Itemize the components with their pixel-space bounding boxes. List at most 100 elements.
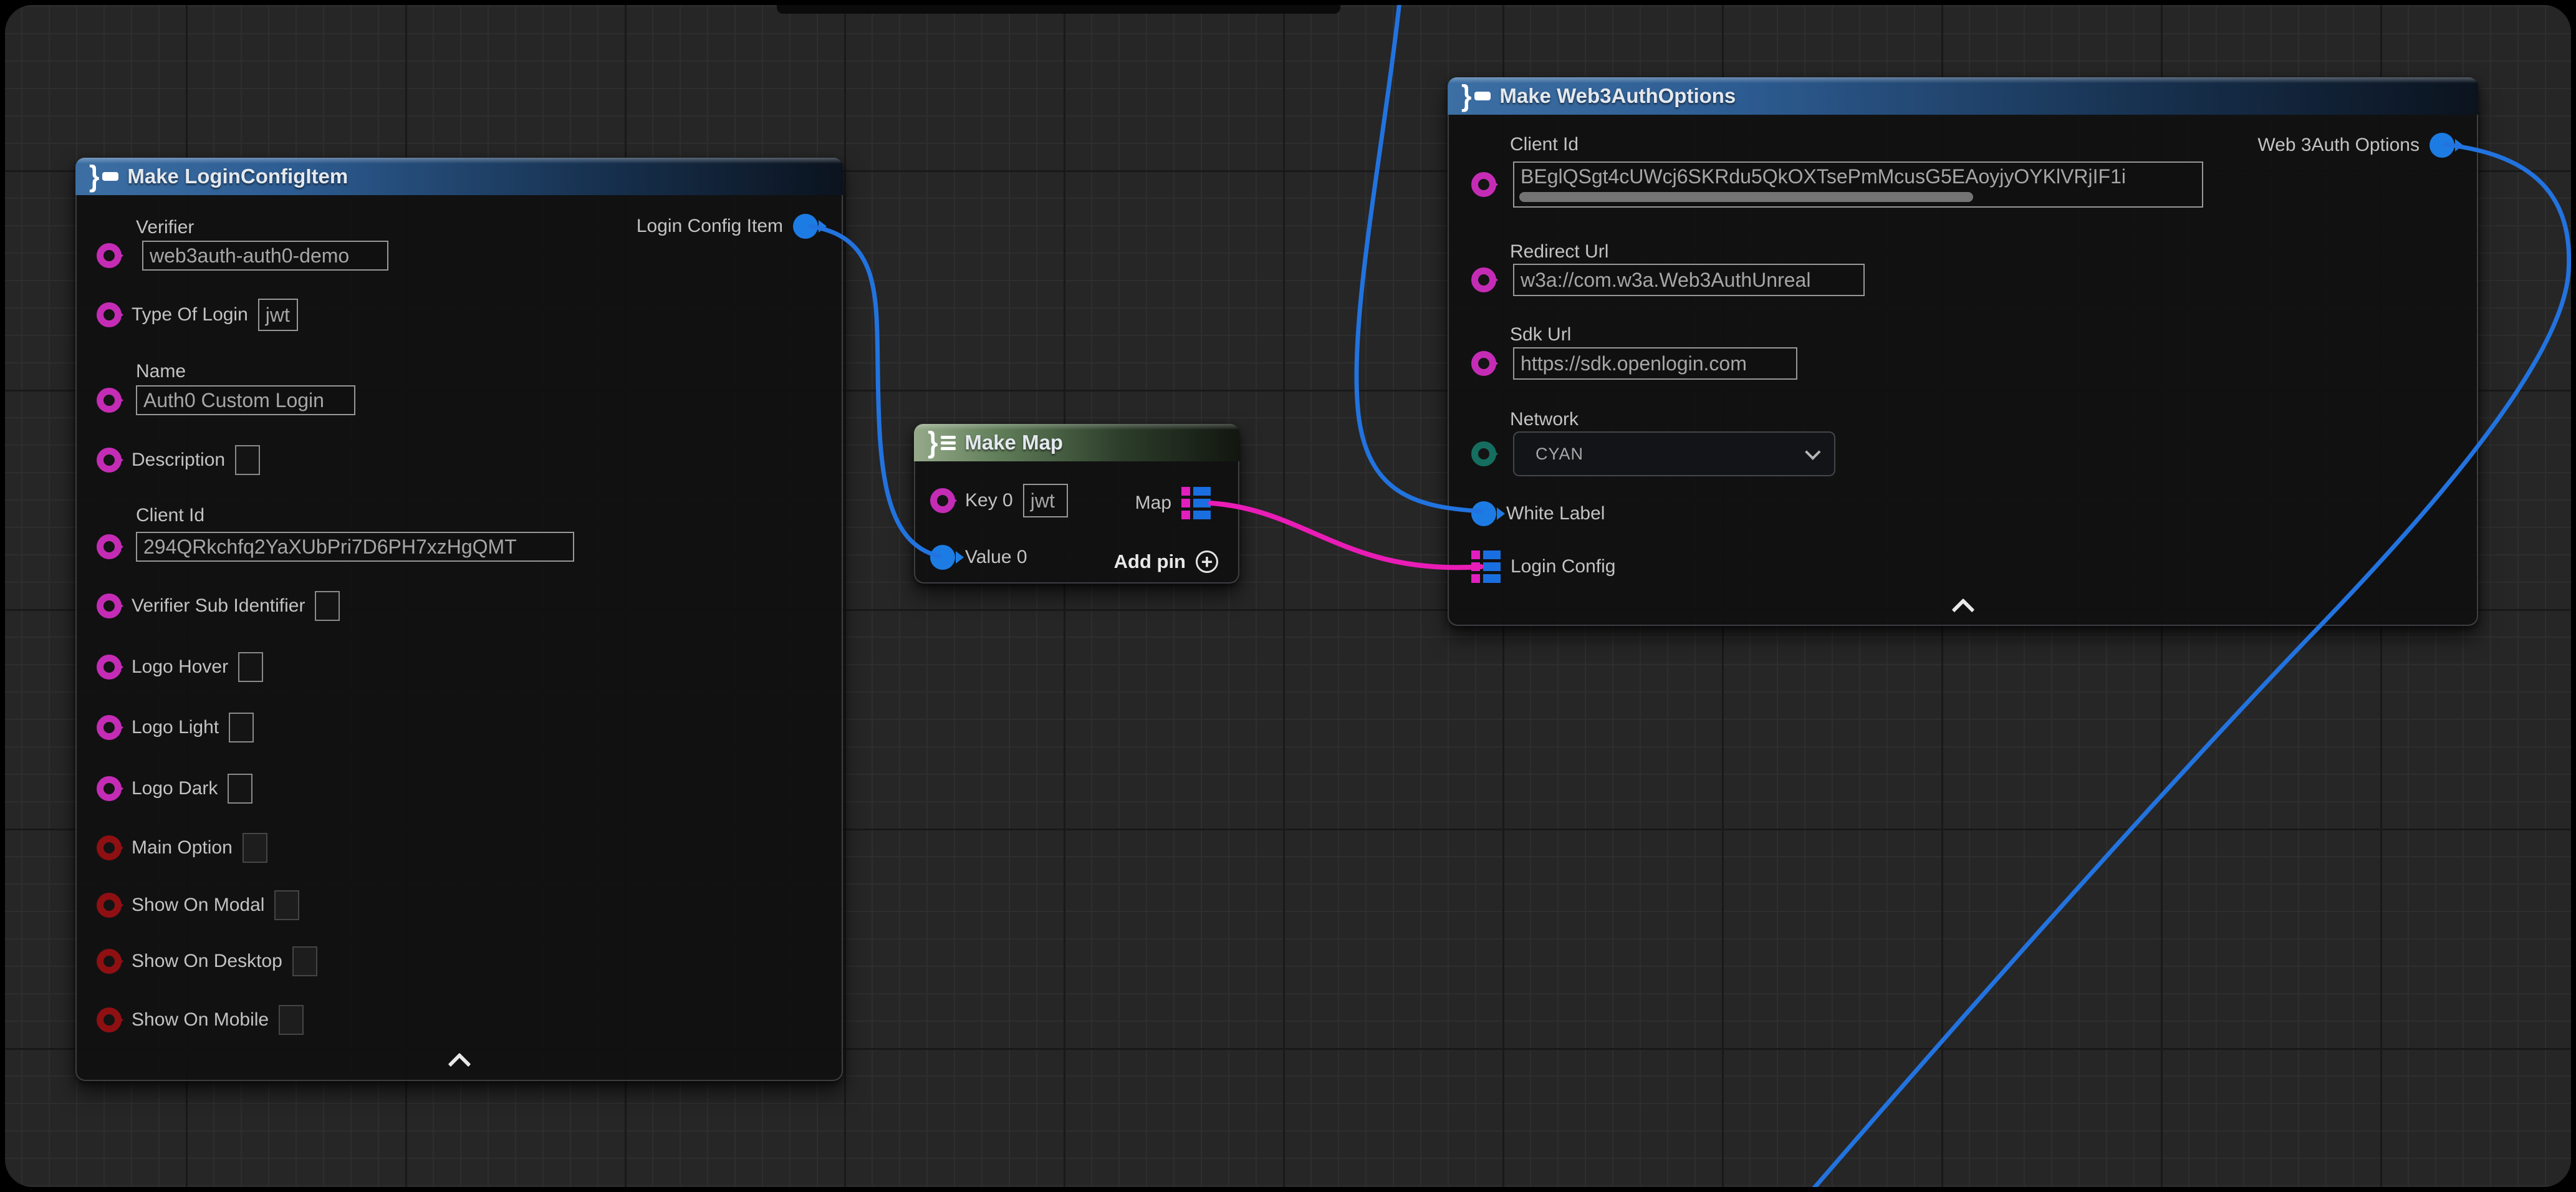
pin-wedge bbox=[1497, 507, 1505, 520]
collapse-chevron-button[interactable] bbox=[446, 1051, 473, 1077]
input-row-verifier: web3auth-auth0-demo bbox=[77, 243, 842, 268]
input-checkbox-show-on-modal[interactable] bbox=[274, 890, 299, 920]
input-checkbox-show-on-desktop[interactable] bbox=[292, 946, 317, 976]
input-row-key-0: Key 0 jwt bbox=[915, 484, 1238, 517]
pin-logo-light-input[interactable] bbox=[97, 715, 122, 740]
pin-logo-hover-input[interactable] bbox=[97, 655, 122, 680]
input-checkbox-show-on-mobile[interactable] bbox=[279, 1005, 304, 1035]
add-pin-button[interactable]: Add pin+ bbox=[1110, 550, 1222, 574]
input-label-name: Name bbox=[136, 361, 186, 382]
dropdown-selected-value: CYAN bbox=[1536, 445, 1584, 464]
pin-wedge bbox=[115, 600, 123, 612]
input-row-show-on-modal: Show On Modal bbox=[77, 890, 842, 920]
pin-wedge bbox=[2455, 139, 2463, 151]
input-label-network: Network bbox=[1510, 409, 1579, 430]
input-row-client-id: BEglQSgt4cUWcj6SKRdu5QkOXTsePmMcusG5EAoy… bbox=[1449, 172, 2477, 197]
pin-network-input[interactable] bbox=[1471, 441, 1496, 466]
collapse-chevron-button[interactable] bbox=[1950, 597, 1976, 623]
input-field-logo-hover[interactable] bbox=[238, 652, 263, 682]
pin-logo-dark-input[interactable] bbox=[97, 776, 122, 801]
pin-wedge bbox=[115, 782, 123, 795]
input-field-text: jwt bbox=[266, 304, 290, 327]
input-row-white-label: White Label bbox=[1449, 501, 2477, 526]
input-label-show-on-modal: Show On Modal bbox=[132, 895, 264, 916]
pin-show-on-mobile-input[interactable] bbox=[97, 1007, 122, 1032]
pin-verifier-sub-identifier-input[interactable] bbox=[97, 594, 122, 618]
input-label-verifier-sub-identifier: Verifier Sub Identifier bbox=[132, 595, 305, 617]
input-field-verifier[interactable]: web3auth-auth0-demo bbox=[142, 241, 388, 271]
input-field-verifier-sub-identifier[interactable] bbox=[315, 591, 340, 621]
offscreen-node-bottom-edge bbox=[777, 5, 1340, 14]
input-label-redirect-url: Redirect Url bbox=[1510, 241, 1608, 262]
input-dropdown-network[interactable]: CYAN bbox=[1513, 431, 1835, 476]
input-label-logo-light: Logo Light bbox=[132, 717, 219, 738]
input-label-sdk-url: Sdk Url bbox=[1510, 324, 1571, 345]
node-header[interactable]: }Make Map bbox=[914, 424, 1239, 461]
node-make-loginconfigitem[interactable]: }Make LoginConfigItem Login Config Item Ve… bbox=[75, 158, 843, 1081]
input-row-verifier-sub-identifier: Verifier Sub Identifier bbox=[77, 591, 842, 621]
input-field-sdk-url[interactable]: https://sdk.openlogin.com bbox=[1513, 347, 1797, 380]
input-field-client-id[interactable]: BEglQSgt4cUWcj6SKRdu5QkOXTsePmMcusG5EAoy… bbox=[1513, 161, 2203, 208]
pin-client-id-input[interactable] bbox=[1471, 172, 1496, 197]
pin-wedge bbox=[115, 394, 123, 406]
pin-login-config-input[interactable] bbox=[1471, 550, 1501, 583]
pin-main-option-input[interactable] bbox=[97, 835, 122, 860]
input-field-text: BEglQSgt4cUWcj6SKRdu5QkOXTsePmMcusG5EAoy… bbox=[1521, 165, 2126, 188]
pin-verifier-input[interactable] bbox=[97, 243, 122, 268]
pin-login-config-item-output[interactable] bbox=[793, 214, 818, 239]
pin-sdk-url-input[interactable] bbox=[1471, 351, 1496, 376]
output-row: Web 3Auth Options bbox=[1449, 133, 2477, 158]
input-row-type-of-login: Type Of Loginjwt bbox=[77, 299, 842, 331]
input-field-text: jwt bbox=[1031, 489, 1055, 512]
pin-wedge bbox=[956, 551, 964, 564]
pin-show-on-modal-input[interactable] bbox=[97, 893, 122, 918]
pin-type-of-login-input[interactable] bbox=[97, 302, 122, 327]
input-field-type-of-login[interactable]: jwt bbox=[258, 299, 298, 331]
pin-description-input[interactable] bbox=[97, 448, 122, 473]
pin-wedge bbox=[949, 494, 957, 507]
input-label-value-0: Value 0 bbox=[965, 547, 1027, 568]
input-field-name[interactable]: Auth0 Custom Login bbox=[136, 385, 355, 415]
input-field-description[interactable] bbox=[235, 445, 260, 475]
node-make-web3authoptions[interactable]: }Make Web3AuthOptionsWeb 3Auth OptionsCl… bbox=[1448, 77, 2478, 626]
pin-wedge bbox=[819, 220, 827, 233]
input-label-verifier: Verifier bbox=[136, 217, 194, 238]
input-checkbox-main-option[interactable] bbox=[243, 833, 267, 863]
pin-redirect-url-input[interactable] bbox=[1471, 267, 1496, 292]
input-label-logo-hover: Logo Hover bbox=[132, 656, 228, 678]
pin-wedge bbox=[115, 955, 123, 968]
node-make-map[interactable]: }Make MapMapKey 0jwtValue 0Add pin+ bbox=[914, 424, 1239, 584]
output-pin-label: Login Config Item bbox=[637, 216, 783, 237]
horizontal-scrollbar-thumb[interactable] bbox=[1519, 192, 1973, 202]
input-field-logo-dark[interactable] bbox=[228, 774, 252, 804]
blueprint-graph-canvas[interactable]: }Make LoginConfigItem Login Config Item Ve… bbox=[5, 5, 2571, 1187]
input-row-redirect-url: w3a://com.w3a.Web3AuthUnreal bbox=[1449, 267, 2477, 292]
wire-map-to-login-config bbox=[1211, 503, 1481, 567]
pin-name-input[interactable] bbox=[97, 388, 122, 413]
pin-client-id-input[interactable] bbox=[97, 534, 122, 559]
map-pin-value-cell bbox=[1483, 550, 1501, 559]
input-field-logo-light[interactable] bbox=[229, 713, 254, 743]
input-row-login-config: Login Config bbox=[1449, 550, 2477, 583]
input-label-client-id: Client Id bbox=[136, 505, 204, 526]
screen: }Make LoginConfigItem Login Config Item Ve… bbox=[0, 0, 2576, 1192]
pin-wedge bbox=[115, 661, 123, 673]
input-field-redirect-url[interactable]: w3a://com.w3a.Web3AuthUnreal bbox=[1513, 264, 1865, 296]
node-header[interactable]: }Make Web3AuthOptions bbox=[1448, 77, 2478, 115]
input-label-show-on-desktop: Show On Desktop bbox=[132, 951, 282, 972]
chevron-up-icon bbox=[1951, 598, 1974, 622]
input-field-client-id[interactable]: 294QRkchfq2YaXUbPri7D6PH7xzHgQMT bbox=[136, 532, 574, 562]
pin-web-3auth-options-output[interactable] bbox=[2429, 133, 2454, 158]
pin-white-label-input[interactable] bbox=[1471, 501, 1496, 526]
pin-wedge bbox=[115, 454, 123, 466]
node-header[interactable]: }Make LoginConfigItem bbox=[75, 158, 843, 195]
pin-show-on-desktop-input[interactable] bbox=[97, 949, 122, 974]
pin-wedge bbox=[1490, 274, 1498, 286]
input-label-white-label: White Label bbox=[1506, 503, 1605, 524]
pin-wedge bbox=[115, 309, 123, 321]
make-struct-icon: } bbox=[1461, 83, 1491, 109]
pin-key-0-input[interactable] bbox=[930, 488, 955, 513]
input-label-key-0: Key 0 bbox=[965, 490, 1013, 511]
pin-value-0-input[interactable] bbox=[930, 545, 955, 570]
input-field-key-0[interactable]: jwt bbox=[1023, 484, 1068, 517]
